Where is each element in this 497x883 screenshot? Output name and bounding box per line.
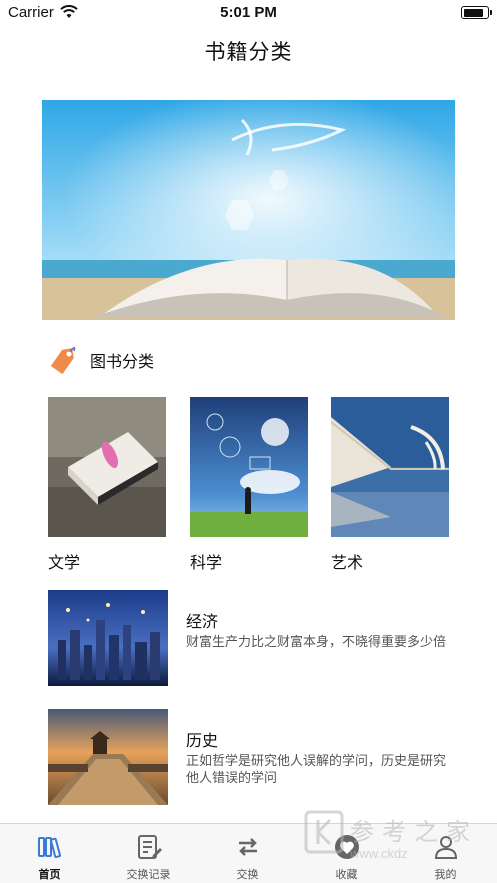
edit-document-icon [138,835,162,859]
literature-thumbnail [48,397,166,537]
clock: 5:01 PM [220,4,277,21]
books-icon [38,837,62,858]
category-label: 文学 [48,553,81,572]
tab-label: 交换记录 [126,868,171,881]
tab-exchange-records[interactable]: 交换记录 [99,824,198,883]
section-title: 图书分类 [90,352,155,371]
watermark-logo-icon [304,810,344,854]
tab-label: 收藏 [335,868,358,881]
list-item-description: 财富生产力比之财富本身，不晓得重要多少倍 [186,635,447,650]
watermark-url: www.ckdz [350,846,408,861]
category-literature[interactable]: 文学 [48,397,166,572]
list-item-description: 正如哲学是研究他人误解的学问，历史是研究他人错误的学问 [186,754,447,786]
tag-icon [50,347,76,375]
art-thumbnail [331,397,449,537]
list-item-title: 经济 [186,612,219,631]
page-title: 书籍分类 [204,40,293,64]
category-art[interactable]: 艺术 [331,397,449,572]
category-science[interactable]: 科学 [190,397,308,572]
swap-arrows-icon [239,838,257,856]
category-label: 科学 [190,553,223,572]
category-label: 艺术 [331,553,364,572]
battery-level [463,8,484,17]
watermark-text: 参考之家 [350,818,478,846]
science-thumbnail [190,397,308,537]
economics-thumbnail [48,590,168,686]
watermark: 参考之家 www.ckdz [300,806,497,866]
battery-icon [461,6,492,19]
history-thumbnail [48,709,168,805]
tab-label: 交换 [236,868,259,881]
tab-home[interactable]: 首页 [0,824,99,883]
list-item-title: 历史 [186,731,219,750]
status-bar: Carrier 5:01 PM [0,0,497,26]
tab-exchange[interactable]: 交换 [198,824,297,883]
tab-label: 我的 [434,868,457,881]
tab-label: 首页 [38,868,61,881]
banner-image[interactable] [42,100,455,320]
